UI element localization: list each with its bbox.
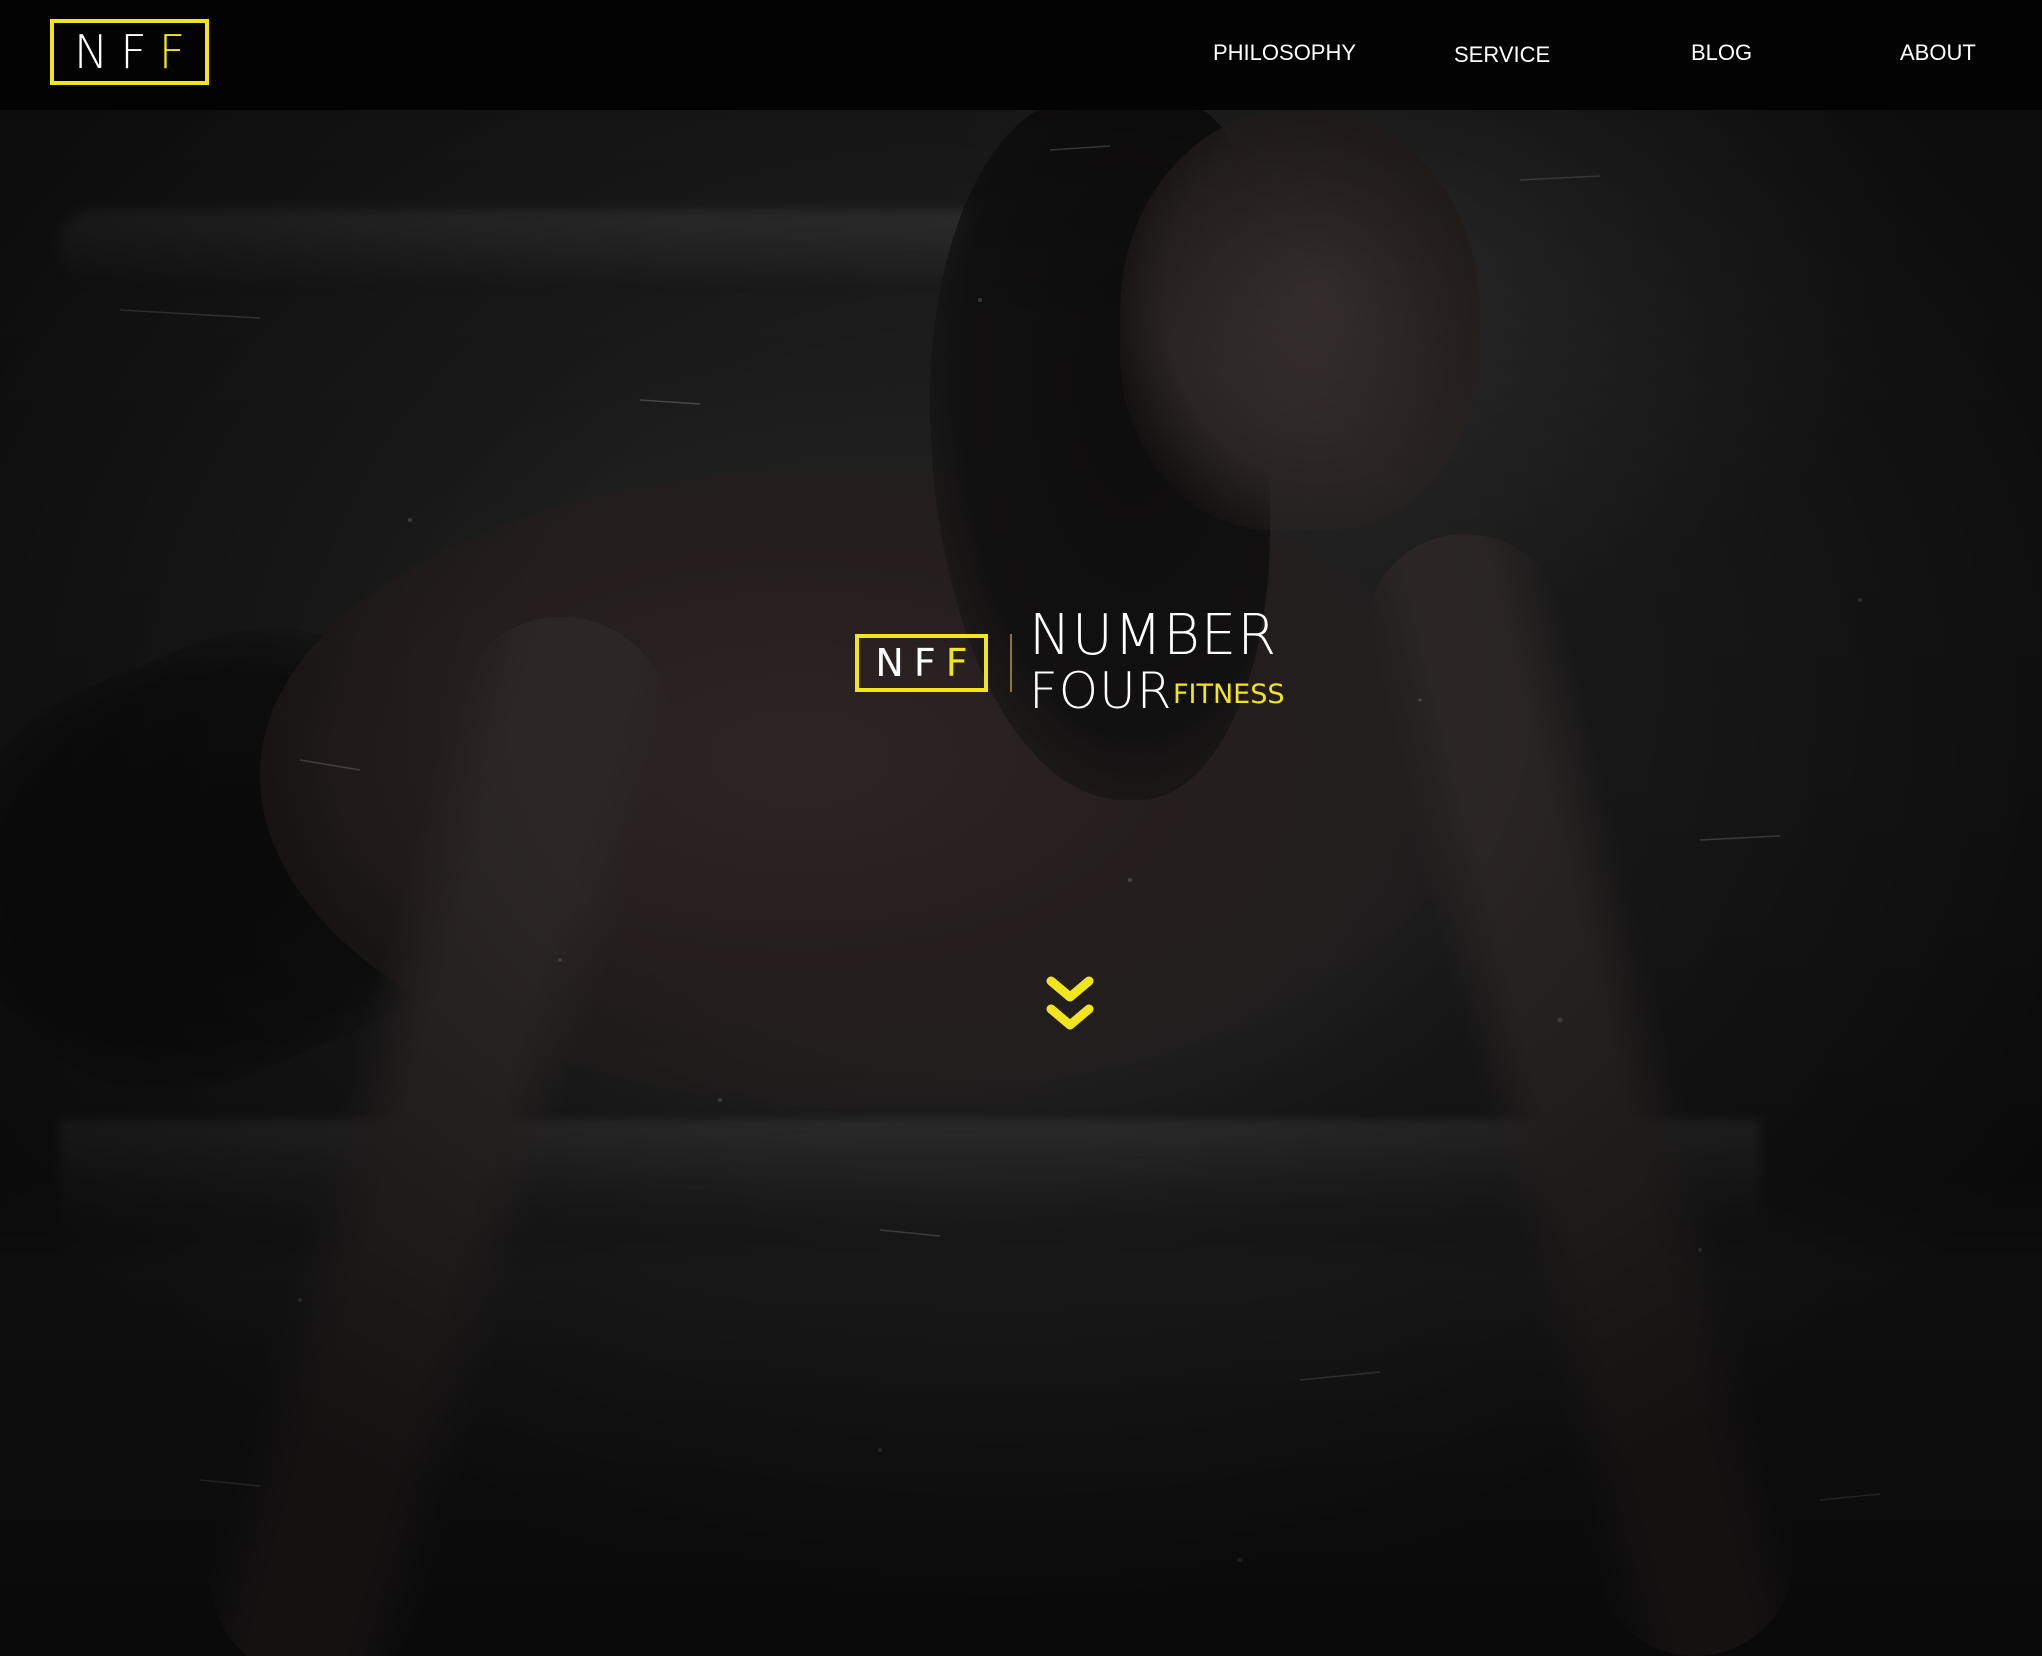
hero-logo-mark: NFF	[855, 634, 988, 692]
hero-background-image	[0, 0, 2042, 1656]
nav-item-philosophy[interactable]: PHILOSOPHY	[1213, 40, 1356, 66]
nav-item-about[interactable]: ABOUT	[1900, 40, 1976, 66]
main-nav: PHILOSOPHY SERVICE BLOG ABOUT	[0, 0, 2042, 110]
hero-logo-divider	[1010, 634, 1012, 692]
hero-title-four: FOUR	[1029, 662, 1173, 720]
hero-brand-logo: NFF NUMBER FOUR FITNESS	[855, 608, 1295, 718]
hero-title-fitness: FITNESS	[1173, 679, 1285, 710]
nav-item-blog[interactable]: BLOG	[1691, 40, 1752, 66]
double-chevron-down-icon[interactable]	[1045, 975, 1095, 1039]
top-navigation-bar: NFF PHILOSOPHY SERVICE BLOG ABOUT	[0, 0, 2042, 110]
nav-item-service[interactable]: SERVICE	[1454, 42, 1550, 68]
hero-title-number: NUMBER	[1029, 603, 1278, 668]
page: NFF PHILOSOPHY SERVICE BLOG ABOUT NFF NU…	[0, 0, 2042, 1656]
